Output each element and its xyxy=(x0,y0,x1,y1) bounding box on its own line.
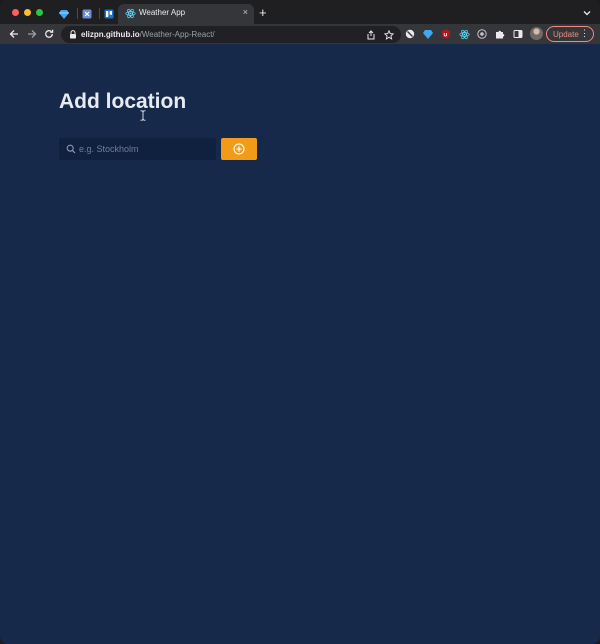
react-favicon-icon xyxy=(125,8,136,19)
pinned-tab-3[interactable] xyxy=(98,5,120,22)
arrow-right-icon xyxy=(28,30,37,38)
tab-weather-app[interactable]: Weather App × xyxy=(118,4,254,24)
url-path: /Weather-App-React/ xyxy=(139,30,215,39)
pinned-tab-1[interactable] xyxy=(53,5,75,22)
target-icon xyxy=(477,29,487,39)
shield-icon xyxy=(442,29,450,39)
side-panel-button[interactable] xyxy=(512,28,524,40)
location-search-input[interactable] xyxy=(79,138,211,160)
diamond-icon xyxy=(423,30,433,39)
pinned-tab-2[interactable] xyxy=(76,5,98,22)
share-button[interactable] xyxy=(365,29,376,40)
url-host: elizpn.github.io xyxy=(81,30,140,39)
page-title: Add location xyxy=(59,90,187,113)
tool-favicon-icon xyxy=(82,9,92,18)
board-favicon-icon xyxy=(104,9,114,18)
arrow-left-icon xyxy=(9,30,18,38)
text-cursor-icon xyxy=(140,110,146,121)
bookmark-button[interactable] xyxy=(383,29,394,40)
forward-button[interactable] xyxy=(25,27,39,41)
lock-icon xyxy=(70,30,76,39)
browser-window: Weather App × + elizpn.github.io/Weather… xyxy=(0,0,600,644)
new-tab-button[interactable]: + xyxy=(259,6,267,19)
extension-ublock-button[interactable] xyxy=(440,28,452,40)
window-maximize-button[interactable] xyxy=(36,9,43,16)
kebab-menu-icon: ⋮ xyxy=(580,28,589,38)
tab-strip: Weather App × + xyxy=(0,0,600,24)
side-panel-icon xyxy=(513,30,523,38)
window-minimize-button[interactable] xyxy=(24,9,31,16)
update-button[interactable]: Update ⋮ xyxy=(546,26,594,42)
url-text: elizpn.github.io/Weather-App-React/ xyxy=(81,30,215,39)
window-close-button[interactable] xyxy=(12,9,19,16)
back-button[interactable] xyxy=(7,27,21,41)
plus-circle-icon xyxy=(233,143,245,155)
reload-icon xyxy=(45,29,54,38)
extensions-menu-button[interactable] xyxy=(494,28,506,40)
tab-close-icon[interactable]: × xyxy=(243,7,248,17)
star-icon xyxy=(383,29,394,40)
reload-button[interactable] xyxy=(42,27,56,41)
search-icon xyxy=(66,144,76,154)
extension-react-devtools-button[interactable] xyxy=(458,28,470,40)
add-location-button[interactable] xyxy=(221,138,257,160)
location-search-field[interactable] xyxy=(59,138,216,160)
update-button-label: Update xyxy=(553,29,579,39)
diamond-favicon-icon xyxy=(59,9,69,19)
extension-diamond-button[interactable] xyxy=(422,28,434,40)
browser-toolbar: elizpn.github.io/Weather-App-React/ Upda… xyxy=(0,24,600,44)
tab-title: Weather App xyxy=(139,8,186,17)
address-bar[interactable]: elizpn.github.io/Weather-App-React/ xyxy=(61,26,401,43)
share-icon xyxy=(367,29,374,39)
puzzle-piece-icon xyxy=(496,30,505,39)
tab-search-chevron-icon[interactable] xyxy=(582,8,592,18)
extension-circle-button[interactable] xyxy=(476,28,488,40)
react-icon xyxy=(458,29,470,39)
app-page: Add location xyxy=(0,44,600,644)
block-icon xyxy=(405,29,415,39)
extension-blocker-button[interactable] xyxy=(404,28,416,40)
profile-avatar[interactable] xyxy=(530,27,543,40)
